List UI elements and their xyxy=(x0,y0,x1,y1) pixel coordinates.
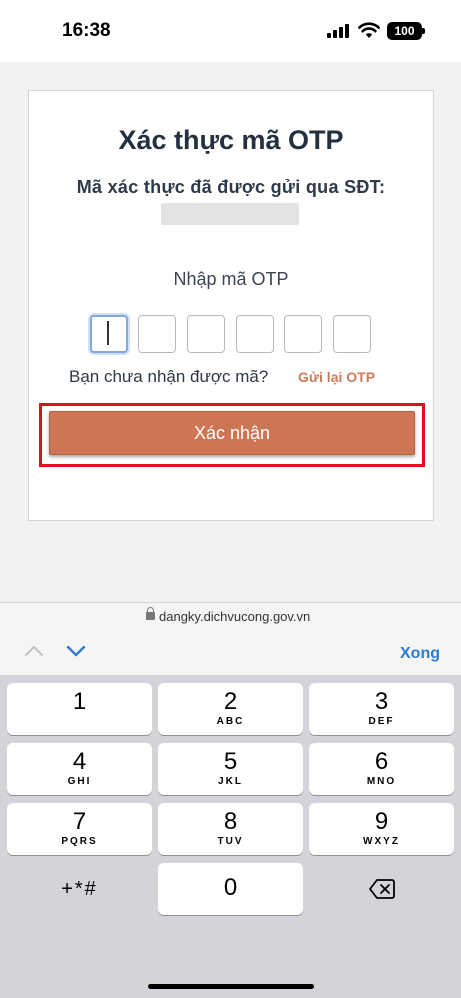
key-5[interactable]: 5 JKL xyxy=(158,743,303,795)
otp-digit-5[interactable] xyxy=(284,315,322,353)
chevron-up-icon[interactable] xyxy=(24,644,44,658)
cellular-signal-icon xyxy=(327,24,351,38)
key-6[interactable]: 6 MNO xyxy=(309,743,454,795)
key-4-letters: GHI xyxy=(67,776,92,787)
browser-url-bar[interactable]: dangky.dichvucong.gov.vn xyxy=(0,602,461,630)
key-2-number: 2 xyxy=(223,688,238,715)
chevron-down-icon[interactable] xyxy=(66,644,86,658)
page-title: Xác thực mã OTP xyxy=(118,125,344,155)
key-3-letters: DEF xyxy=(368,716,395,727)
wifi-icon xyxy=(358,22,380,38)
battery-tip xyxy=(422,28,425,34)
resend-otp-link[interactable]: Gửi lại OTP xyxy=(298,369,375,385)
key-2-letters: ABC xyxy=(216,716,245,727)
key-4-number: 4 xyxy=(72,748,87,775)
resend-question: Bạn chưa nhận được mã? xyxy=(69,367,269,386)
key-5-letters: JKL xyxy=(218,776,243,787)
key-symbols[interactable]: +*# xyxy=(7,863,152,915)
backspace-icon xyxy=(368,879,395,899)
otp-digit-2[interactable] xyxy=(138,315,176,353)
key-0-number: 0 xyxy=(223,874,238,901)
symbols-label: +*# xyxy=(61,878,98,900)
key-5-number: 5 xyxy=(223,748,238,775)
key-1-number: 1 xyxy=(72,688,87,715)
otp-sent-message: Mã xác thực đã được gửi qua SĐT: xyxy=(76,177,386,197)
battery-icon: 100 xyxy=(387,22,422,40)
key-9-number: 9 xyxy=(374,808,389,835)
status-bar: 16:38 100 xyxy=(0,0,461,62)
url-text: dangky.dichvucong.gov.vn xyxy=(159,609,311,624)
numeric-keypad: 1 2 ABC 3 DEF 4 GHI 5 JKL 6 MNO 7 PQRS 8… xyxy=(0,676,461,998)
done-button[interactable]: Xong xyxy=(400,645,440,663)
status-time: 16:38 xyxy=(62,20,111,41)
key-9[interactable]: 9 WXYZ xyxy=(309,803,454,855)
key-9-letters: WXYZ xyxy=(363,836,400,847)
key-delete[interactable] xyxy=(309,863,454,915)
home-indicator[interactable] xyxy=(148,984,314,989)
key-8-letters: TUV xyxy=(217,836,244,847)
otp-label: Nhập mã OTP xyxy=(173,269,289,289)
key-6-letters: MNO xyxy=(366,776,397,787)
key-7[interactable]: 7 PQRS xyxy=(7,803,152,855)
key-7-letters: PQRS xyxy=(61,836,98,847)
key-1[interactable]: 1 xyxy=(7,683,152,735)
masked-phone-number xyxy=(161,203,299,225)
key-2[interactable]: 2 ABC xyxy=(158,683,303,735)
otp-digit-1[interactable] xyxy=(90,315,128,353)
key-8[interactable]: 8 TUV xyxy=(158,803,303,855)
lock-icon xyxy=(146,607,155,620)
otp-digit-4[interactable] xyxy=(236,315,274,353)
key-0[interactable]: 0 xyxy=(158,863,303,915)
key-3[interactable]: 3 DEF xyxy=(309,683,454,735)
key-8-number: 8 xyxy=(223,808,238,835)
otp-card: Xác thực mã OTP Mã xác thực đã được gửi … xyxy=(28,90,434,521)
otp-digit-3[interactable] xyxy=(187,315,225,353)
web-page: Xác thực mã OTP Mã xác thực đã được gửi … xyxy=(0,62,461,602)
key-4[interactable]: 4 GHI xyxy=(7,743,152,795)
text-caret xyxy=(107,321,109,345)
confirm-button[interactable]: Xác nhận xyxy=(49,411,415,455)
otp-digit-6[interactable] xyxy=(333,315,371,353)
key-7-number: 7 xyxy=(72,808,87,835)
key-6-number: 6 xyxy=(374,748,389,775)
keyboard-accessory-bar: Xong xyxy=(0,630,461,676)
key-3-number: 3 xyxy=(374,688,389,715)
